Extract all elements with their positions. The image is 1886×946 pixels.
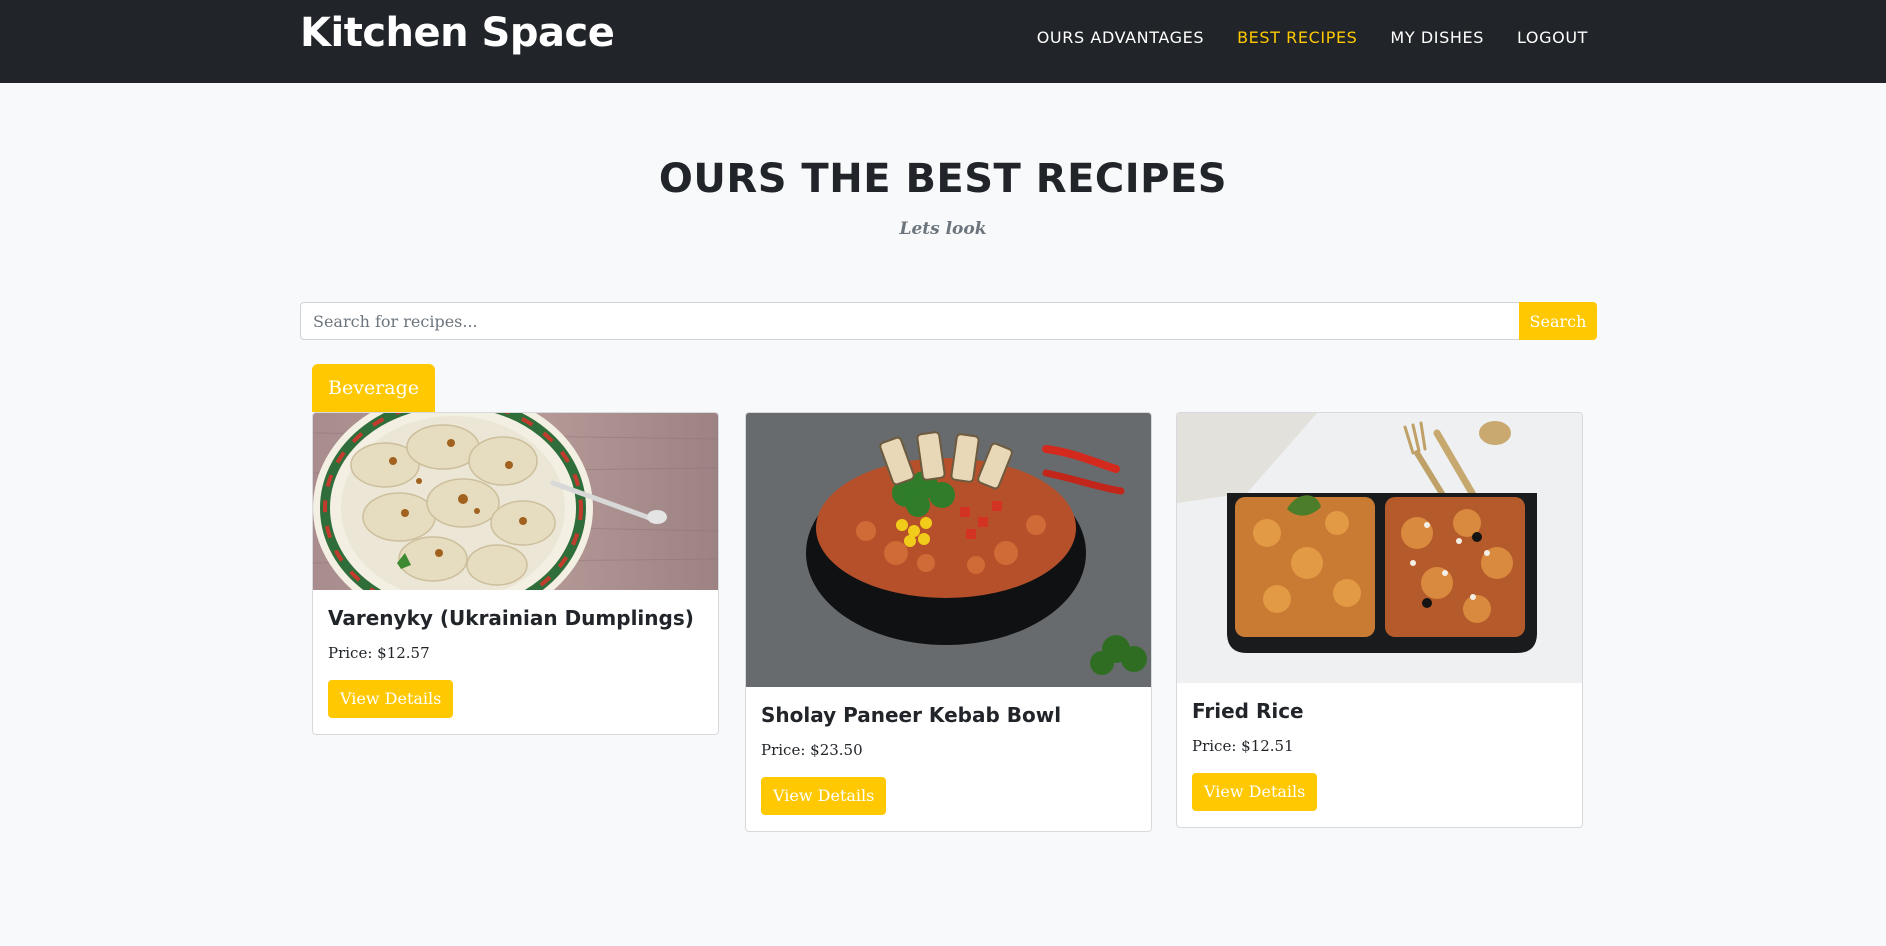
recipe-title: Sholay Paneer Kebab Bowl <box>761 703 1062 727</box>
recipe-title: Varenyky (Ukrainian Dumplings) <box>328 606 694 630</box>
recipe-card: Varenyky (Ukrainian Dumplings) Price: $1… <box>312 412 719 735</box>
view-details-button[interactable]: View Details <box>1192 773 1318 811</box>
top-navbar: Kitchen Space OURS ADVANTAGES BEST RECIP… <box>0 0 1886 83</box>
card-body: Varenyky (Ukrainian Dumplings) Price: $1… <box>313 590 718 734</box>
recipe-price: Price: $12.57 <box>328 644 430 662</box>
nav-link-best-recipes[interactable]: BEST RECIPES <box>1237 28 1357 47</box>
nav-link-logout[interactable]: LOGOUT <box>1517 28 1588 47</box>
recipe-price: Price: $23.50 <box>761 741 863 759</box>
card-body: Fried Rice Price: $12.51 View Details <box>1177 683 1582 827</box>
card-body: Sholay Paneer Kebab Bowl Price: $23.50 V… <box>746 687 1151 831</box>
view-details-button[interactable]: View Details <box>761 777 887 815</box>
section-heading: OURS THE BEST RECIPES <box>658 156 1228 202</box>
section-subheading: Lets look <box>899 219 987 239</box>
search-button[interactable]: Search <box>1519 302 1597 340</box>
pasta-lunchbox-photo <box>1177 413 1582 683</box>
nav-links: OURS ADVANTAGES BEST RECIPES MY DISHES L… <box>1037 28 1588 47</box>
recipe-card: Sholay Paneer Kebab Bowl Price: $23.50 V… <box>745 412 1152 832</box>
nav-link-ours-advantages[interactable]: OURS ADVANTAGES <box>1037 28 1204 47</box>
dumplings-plate-photo <box>313 413 718 590</box>
search-input[interactable] <box>300 302 1519 340</box>
kebab-rice-bowl-photo <box>746 413 1151 687</box>
view-details-button[interactable]: View Details <box>328 680 454 718</box>
recipe-card: Fried Rice Price: $12.51 View Details <box>1176 412 1583 828</box>
brand-logo[interactable]: Kitchen Space <box>300 10 615 56</box>
search-form: Search <box>300 302 1597 340</box>
recipe-price: Price: $12.51 <box>1192 737 1294 755</box>
nav-link-my-dishes[interactable]: MY DISHES <box>1390 28 1484 47</box>
recipe-title: Fried Rice <box>1192 699 1304 723</box>
category-badge[interactable]: Beverage <box>312 364 436 412</box>
